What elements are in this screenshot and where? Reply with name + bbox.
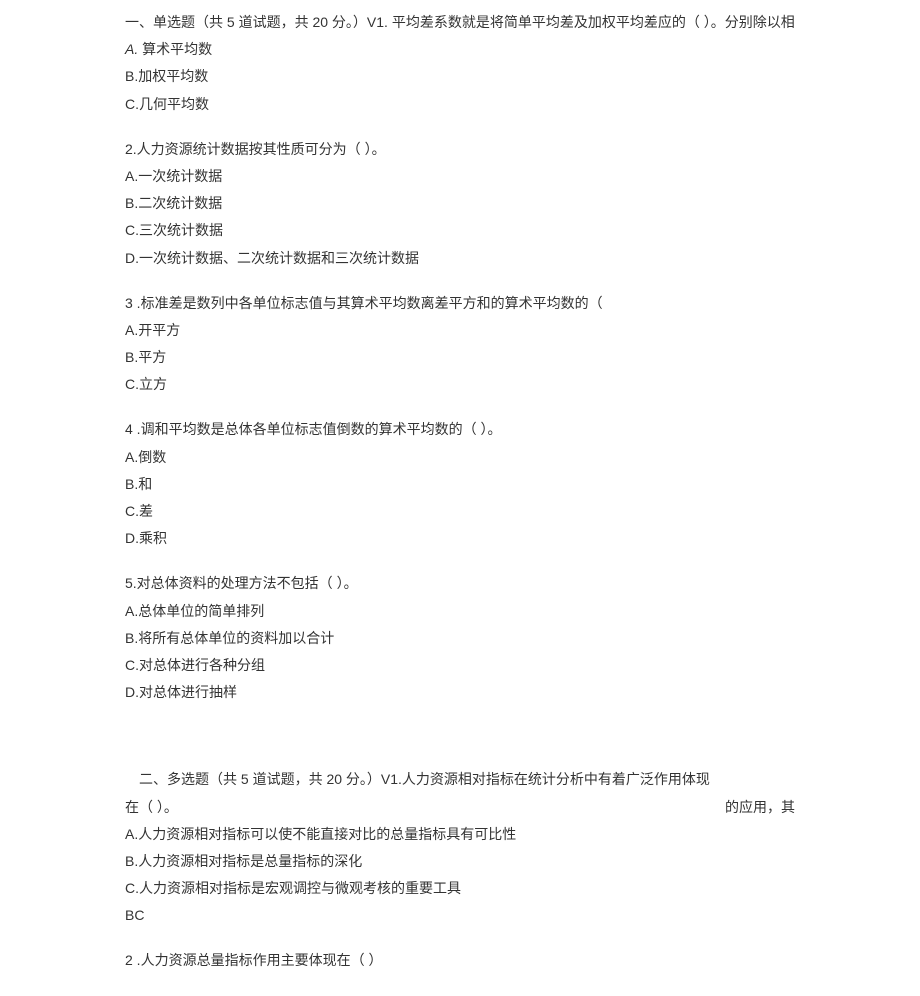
q4-option-a: A.倒数 bbox=[125, 445, 795, 470]
section2-header-q1-stem-line1: 二、多选题（共 5 道试题，共 20 分。）V1.人力资源相对指标在统计分析中有… bbox=[125, 767, 795, 792]
q1-option-a: A. 算术平均数 bbox=[125, 37, 795, 62]
q3-option-c: C.立方 bbox=[125, 372, 795, 397]
q2-stem: 2.人力资源统计数据按其性质可分为（ ）。 bbox=[125, 137, 795, 162]
q1-option-b: B.加权平均数 bbox=[125, 64, 795, 89]
q5-option-b: B.将所有总体单位的资料加以合计 bbox=[125, 626, 795, 651]
q4-stem: 4 .调和平均数是总体各单位标志值倒数的算术平均数的（ ）。 bbox=[125, 417, 795, 442]
q3-option-b: B.平方 bbox=[125, 345, 795, 370]
q5-stem: 5.对总体资料的处理方法不包括（ ）。 bbox=[125, 571, 795, 596]
q4-option-d: D.乘积 bbox=[125, 526, 795, 551]
q3-option-a: A.开平方 bbox=[125, 318, 795, 343]
q5-option-a: A.总体单位的简单排列 bbox=[125, 599, 795, 624]
s2-q1-option-a: A.人力资源相对指标可以使不能直接对比的总量指标具有可比性 bbox=[125, 822, 795, 847]
section1-header-q1-stem: 一、单选题（共 5 道试题，共 20 分。）V1. 平均差系数就是将简单平均差及… bbox=[125, 10, 795, 35]
q2-option-d: D.一次统计数据、二次统计数据和三次统计数据 bbox=[125, 246, 795, 271]
q1-optA-text: 算术平均数 bbox=[138, 41, 212, 57]
q4-option-b: B.和 bbox=[125, 472, 795, 497]
s2-q1-option-b: B.人力资源相对指标是总量指标的深化 bbox=[125, 849, 795, 874]
q3-stem: 3 .标准差是数列中各单位标志值与其算术平均数离差平方和的算术平均数的（ bbox=[125, 291, 795, 316]
s2-q1-answer: BC bbox=[125, 903, 795, 928]
q5-option-d: D.对总体进行抽样 bbox=[125, 680, 795, 705]
q5-option-c: C.对总体进行各种分组 bbox=[125, 653, 795, 678]
section2-q1-stem-line2: 在（ ）。 的应用，其 bbox=[125, 795, 795, 820]
q1-option-c: C.几何平均数 bbox=[125, 92, 795, 117]
section2-q1-line2-left: 在（ ）。 bbox=[125, 795, 178, 820]
s2-q1-option-c: C.人力资源相对指标是宏观调控与微观考核的重要工具 bbox=[125, 876, 795, 901]
q2-option-c: C.三次统计数据 bbox=[125, 218, 795, 243]
q1-optA-prefix: A. bbox=[125, 41, 138, 57]
q2-option-a: A.一次统计数据 bbox=[125, 164, 795, 189]
q4-option-c: C.差 bbox=[125, 499, 795, 524]
section2-q1-line2-right: 的应用，其 bbox=[725, 795, 795, 820]
q2-option-b: B.二次统计数据 bbox=[125, 191, 795, 216]
s2-q2-stem: 2 .人力资源总量指标作用主要体现在（ ） bbox=[125, 948, 795, 973]
